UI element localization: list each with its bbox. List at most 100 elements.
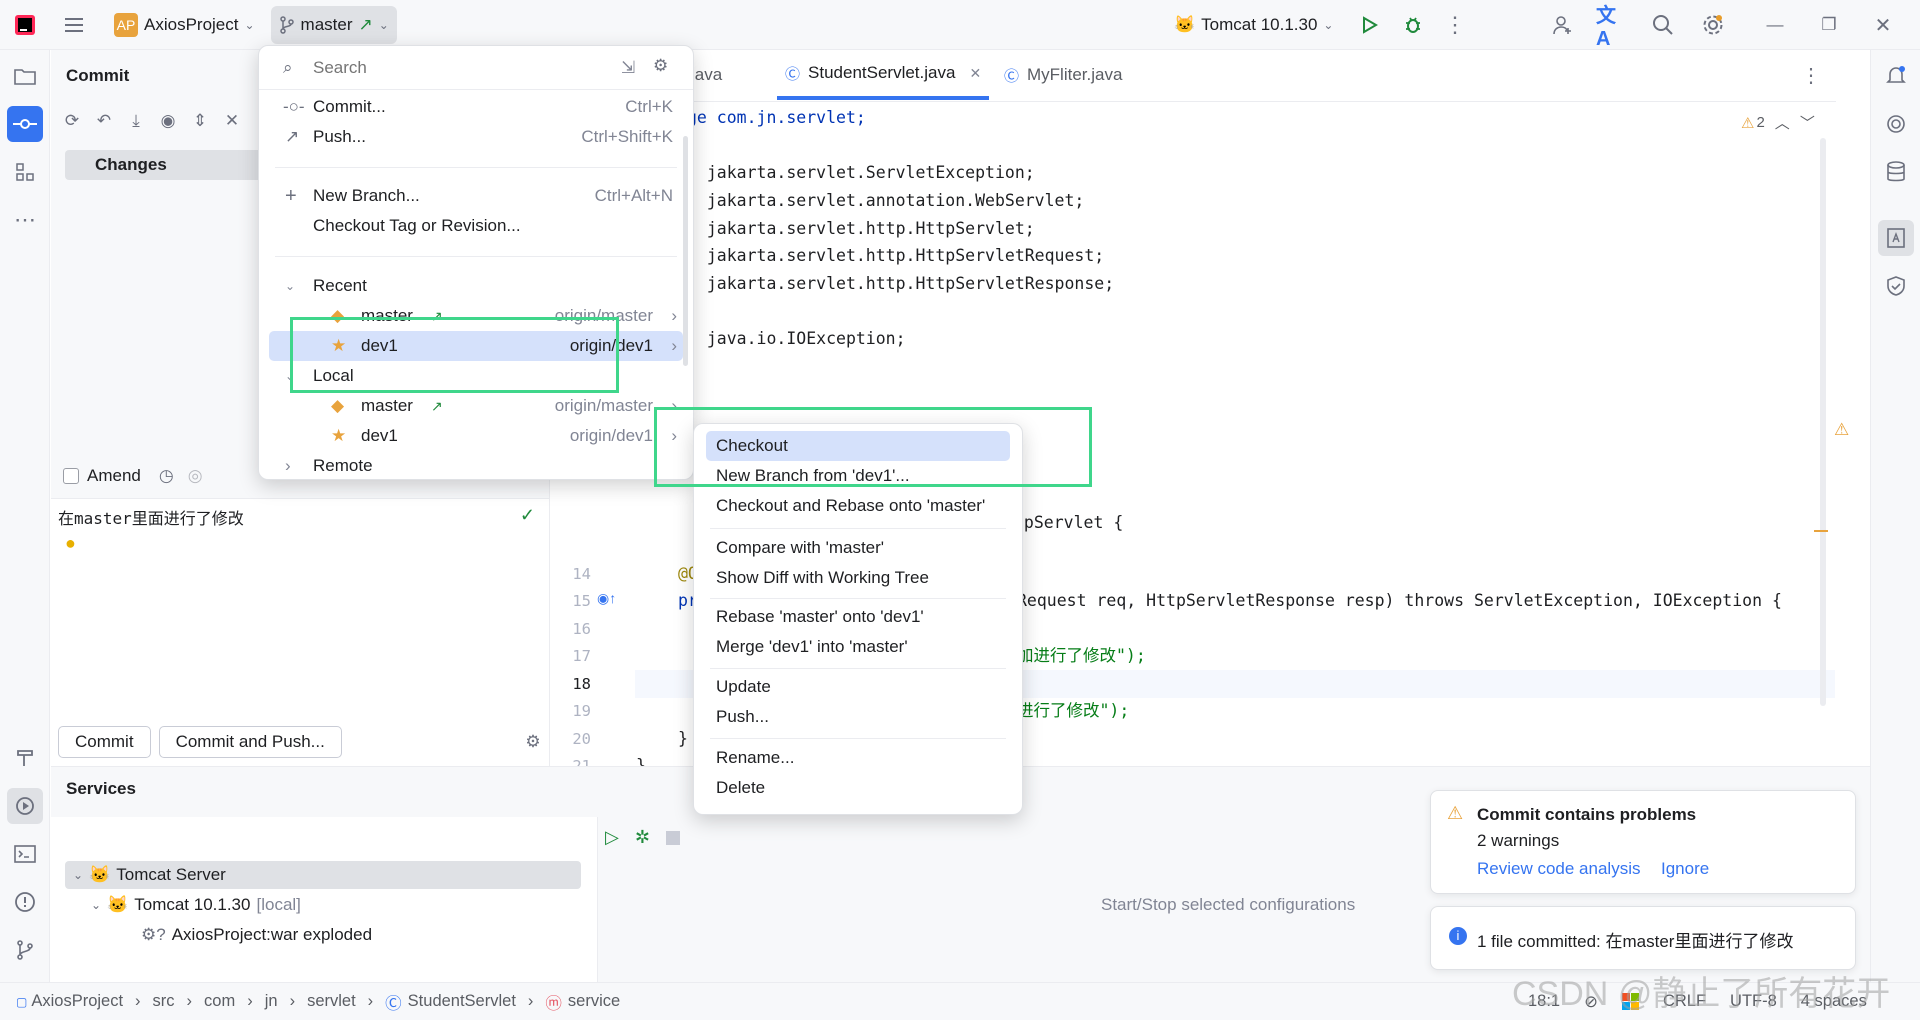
ai-assistant-icon[interactable] (1878, 106, 1914, 142)
structure-icon[interactable] (7, 154, 43, 190)
tabs-more-icon[interactable]: ⋮ (1801, 64, 1821, 87)
build-hammer-icon[interactable] (7, 740, 43, 776)
tab-student-servlet[interactable]: Ⓒ StudentServlet.java ✕ (777, 50, 990, 100)
minimize-icon[interactable]: — (1758, 8, 1792, 42)
eye-icon[interactable]: ◉ (157, 110, 179, 132)
add-user-icon[interactable] (1546, 8, 1580, 42)
commit-and-push-button[interactable]: Commit and Push... (158, 726, 342, 758)
debug-icon[interactable]: ✲ (635, 827, 650, 848)
separator (275, 256, 677, 257)
override-method-icon[interactable]: ◉↑ (597, 590, 616, 607)
tab-myfliter[interactable]: Ⓒ MyFliter.java (1004, 50, 1122, 100)
checkout-and-rebase-item[interactable]: Checkout and Rebase onto 'master' (706, 491, 1010, 521)
branch-selector[interactable]: master ↗ ⌄ (270, 5, 397, 44)
ignore-link[interactable]: Ignore (1661, 859, 1709, 879)
terminal-icon[interactable] (7, 836, 43, 872)
push-item[interactable]: Push... (706, 702, 1010, 732)
security-shield-icon[interactable] (1878, 268, 1914, 304)
inspection-widget[interactable]: ⚠ 2 ︿ ﹀ (1741, 112, 1815, 133)
run-icon[interactable] (1352, 8, 1386, 42)
project-folder-icon[interactable] (7, 58, 43, 94)
main-menu-icon[interactable] (54, 5, 94, 45)
project-selector[interactable]: AP AxiosProject ⌄ (106, 6, 263, 44)
changes-node[interactable]: Changes (65, 150, 265, 180)
commit-action[interactable]: -○- Commit... Ctrl+K (269, 92, 683, 122)
settings-gear-icon[interactable]: ⚙ (653, 56, 668, 76)
chevron-down-icon[interactable]: ﹀ (1800, 112, 1815, 133)
delete-item[interactable]: Delete (706, 773, 1010, 803)
ai-icon[interactable]: ◎ (188, 466, 203, 486)
checkout-tag-action[interactable]: Checkout Tag or Revision... (269, 211, 683, 241)
rename-item[interactable]: Rename... (706, 743, 1010, 773)
settings-gear-icon[interactable] (1696, 8, 1730, 42)
merge-item[interactable]: Merge 'dev1' into 'master' (706, 632, 1010, 662)
local-branch-dev1[interactable]: ★ dev1 origin/dev1 › (269, 421, 683, 451)
tomcat-icon: 🐱 (107, 895, 129, 914)
git-icon[interactable] (7, 932, 43, 968)
database-icon[interactable] (1878, 154, 1914, 190)
notifications-bell-icon[interactable] (1878, 58, 1914, 94)
recent-branch-dev1[interactable]: ★ dev1 origin/dev1 › (269, 331, 683, 361)
stop-icon[interactable] (665, 831, 680, 845)
checkout-item[interactable]: Checkout (706, 431, 1010, 461)
rollback-icon[interactable]: ↶ (93, 110, 115, 132)
lightbulb-icon[interactable]: ● (65, 533, 76, 554)
collapse-all-icon[interactable]: ✕ (221, 110, 243, 132)
chevron-up-icon[interactable]: ︿ (1775, 112, 1790, 133)
commit-message-text: 在master里面进行了修改 (58, 509, 244, 528)
outgoing-arrow-icon: ↗ (358, 14, 373, 34)
popup-scrollbar[interactable] (683, 136, 688, 366)
show-diff-item[interactable]: Show Diff with Working Tree (706, 563, 1010, 593)
tree-item-tomcat-server[interactable]: ⌄ 🐱 Tomcat Server (65, 861, 581, 889)
commit-options-gear-icon[interactable]: ⚙ (521, 730, 545, 754)
amend-checkbox-row[interactable]: Amend ◷ ◎ (63, 466, 203, 486)
history-clock-icon[interactable]: ◷ (159, 466, 174, 486)
more-tools-icon[interactable]: ⋯ (7, 202, 43, 238)
compare-with-item[interactable]: Compare with 'master' (706, 533, 1010, 563)
error-stripe-mark[interactable] (1814, 530, 1828, 532)
remote-group[interactable]: › Remote (269, 451, 683, 481)
debug-icon[interactable] (1396, 8, 1430, 42)
breadcrumb-item[interactable]: service (568, 992, 620, 1011)
intellij-logo-icon[interactable] (0, 0, 50, 50)
update-item[interactable]: Update (706, 672, 1010, 702)
refresh-icon[interactable]: ⟳ (61, 110, 83, 132)
breadcrumb-item[interactable]: StudentServlet (408, 992, 516, 1011)
new-branch-action[interactable]: + New Branch... Ctrl+Alt+N (269, 181, 683, 211)
rebase-item[interactable]: Rebase 'master' onto 'dev1' (706, 602, 1010, 632)
tree-item-tomcat-local[interactable]: ⌄ 🐱 Tomcat 10.1.30 [local] (91, 891, 301, 919)
services-icon[interactable] (7, 788, 43, 824)
review-code-link[interactable]: Review code analysis (1477, 859, 1640, 879)
branch-search-input[interactable] (313, 54, 613, 82)
run-icon[interactable]: ▷ (605, 827, 619, 848)
amend-checkbox[interactable] (63, 468, 79, 484)
more-actions-icon[interactable]: ⋮ (1438, 8, 1472, 42)
collapse-icon[interactable]: ⇲ (621, 58, 635, 78)
tab-java-file[interactable]: java (691, 50, 722, 100)
download-icon[interactable]: ⤓ (125, 110, 147, 132)
search-icon[interactable] (1646, 8, 1680, 42)
dictionary-icon[interactable] (1878, 220, 1914, 256)
breadcrumb-item[interactable]: com (204, 992, 235, 1011)
problems-icon[interactable] (7, 884, 43, 920)
new-branch-from-item[interactable]: New Branch from 'dev1'... (706, 461, 1010, 491)
tree-item-artifact[interactable]: ⚙? AxiosProject:war exploded (141, 921, 372, 949)
breadcrumb-item[interactable]: AxiosProject (31, 992, 123, 1011)
commit-tool-icon[interactable] (7, 106, 43, 142)
push-action[interactable]: ↗ Push... Ctrl+Shift+K (269, 122, 683, 152)
run-config-selector[interactable]: 🐱 Tomcat 10.1.30 ⌄ (1166, 6, 1341, 44)
breadcrumb-item[interactable]: jn (265, 992, 278, 1011)
breadcrumb-item[interactable]: servlet (307, 992, 356, 1011)
restore-icon[interactable]: ❐ (1812, 8, 1846, 42)
commit-button[interactable]: Commit (58, 726, 151, 758)
translate-icon[interactable]: 文A (1596, 5, 1630, 50)
expand-all-icon[interactable]: ⇕ (189, 110, 211, 132)
close-icon[interactable]: ✕ (1866, 8, 1900, 42)
tab-close-icon[interactable]: ✕ (969, 65, 981, 82)
recent-group[interactable]: ⌄ Recent (269, 271, 683, 301)
editor-vscrollbar[interactable] (1820, 138, 1826, 706)
local-group[interactable]: ⌄ Local (269, 361, 683, 391)
breadcrumb-item[interactable]: src (153, 992, 175, 1011)
recent-branch-master[interactable]: ◆ master ↗ origin/master › (269, 301, 683, 331)
local-branch-master[interactable]: ◆ master ↗ origin/master › (269, 391, 683, 421)
